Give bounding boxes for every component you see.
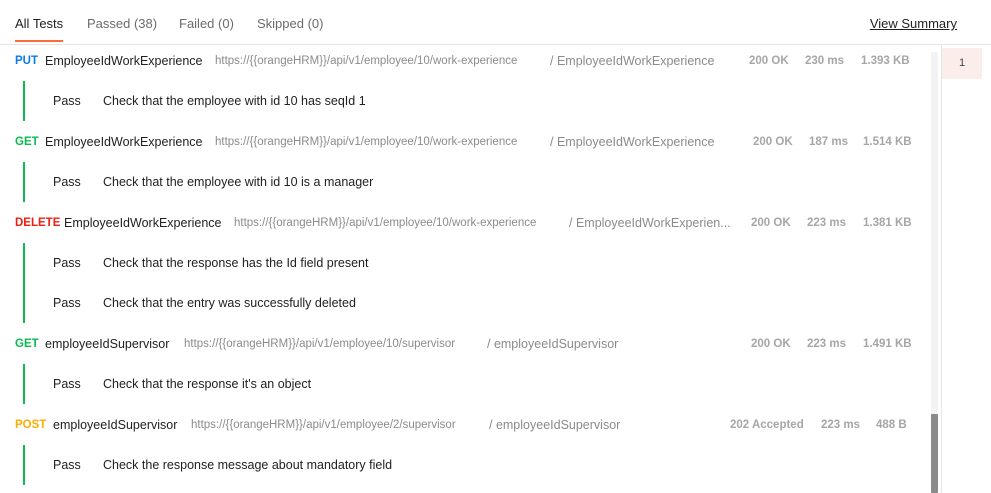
response-size: 488 B: [876, 419, 907, 431]
request-method: GET: [15, 136, 39, 148]
request-method: POST: [15, 419, 47, 431]
request-row[interactable]: POST employeeIdSupervisor https://{{oran…: [0, 412, 930, 438]
test-name: Check that the response it's an object: [103, 377, 312, 391]
response-status: 200 OK: [751, 338, 791, 350]
request-method: GET: [15, 338, 39, 350]
test-results-list: PUT EmployeeIdWorkExperience https://{{o…: [0, 45, 930, 493]
test-status: Pass: [53, 175, 81, 189]
request-name: employeeIdSupervisor: [53, 418, 178, 432]
request-url: https://{{orangeHRM}}/api/v1/employee/2/…: [191, 419, 456, 431]
tab-passed[interactable]: Passed (38): [87, 16, 157, 32]
request-name: EmployeeIdWorkExperience: [45, 54, 203, 68]
test-status: Pass: [53, 94, 81, 108]
pass-indicator-bar: [23, 243, 25, 323]
iterations-panel: 1: [941, 45, 991, 493]
response-size: 1.393 KB: [861, 55, 910, 67]
response-size: 1.514 KB: [863, 136, 912, 148]
results-scrollbar[interactable]: [931, 52, 938, 493]
test-name: Check the response message about mandato…: [103, 458, 393, 472]
pass-indicator-bar: [23, 81, 25, 121]
iteration-item[interactable]: 1: [942, 48, 982, 79]
tab-skipped[interactable]: Skipped (0): [257, 16, 323, 32]
test-status: Pass: [53, 458, 81, 472]
request-row[interactable]: GET EmployeeIdWorkExperience https://{{o…: [0, 129, 930, 155]
results-tab-bar: All Tests Passed (38) Failed (0) Skipped…: [0, 0, 991, 45]
view-summary-link[interactable]: View Summary: [870, 16, 957, 32]
request-path: / EmployeeIdWorkExperience: [550, 135, 715, 149]
test-name: Check that the entry was successfully de…: [103, 296, 356, 310]
test-result-group: Pass Check that the response has the Id …: [0, 243, 930, 323]
test-result-row: Pass Check the response message about ma…: [0, 445, 930, 485]
test-status: Pass: [53, 296, 81, 310]
response-status: 200 OK: [749, 55, 789, 67]
request-row[interactable]: DELETE EmployeeIdWorkExperience https://…: [0, 210, 930, 236]
response-time: 230 ms: [805, 55, 845, 67]
response-status: 200 OK: [751, 217, 791, 229]
test-result-row: Pass Check that the employee with id 10 …: [0, 162, 930, 202]
response-time: 223 ms: [821, 419, 861, 431]
tab-all-tests[interactable]: All Tests: [15, 16, 64, 42]
response-status: 200 OK: [753, 136, 793, 148]
request-path: / EmployeeIdWorkExperien...: [569, 216, 731, 230]
request-method: PUT: [15, 55, 38, 67]
response-size: 1.381 KB: [863, 217, 912, 229]
test-name: Check that the employee with id 10 is a …: [103, 175, 374, 189]
response-size: 1.491 KB: [863, 338, 912, 350]
response-time: 223 ms: [807, 338, 847, 350]
test-status: Pass: [53, 377, 81, 391]
test-result-row: Pass Check that the response it's an obj…: [0, 364, 930, 404]
response-time: 223 ms: [807, 217, 847, 229]
request-path: / employeeIdSupervisor: [487, 337, 619, 351]
test-name: Check that the response has the Id field…: [103, 256, 369, 270]
request-row[interactable]: GET employeeIdSupervisor https://{{orang…: [0, 331, 930, 357]
request-url: https://{{orangeHRM}}/api/v1/employee/10…: [215, 136, 518, 148]
request-path: / employeeIdSupervisor: [489, 418, 621, 432]
pass-indicator-bar: [23, 162, 25, 202]
scrollbar-thumb[interactable]: [931, 414, 938, 493]
test-results-panel: All Tests Passed (38) Failed (0) Skipped…: [0, 0, 991, 493]
request-method: DELETE: [15, 217, 61, 229]
response-status: 202 Accepted: [730, 419, 804, 431]
test-name: Check that the employee with id 10 has s…: [103, 94, 366, 108]
request-name: EmployeeIdWorkExperience: [64, 216, 222, 230]
tab-failed[interactable]: Failed (0): [179, 16, 234, 32]
request-url: https://{{orangeHRM}}/api/v1/employee/10…: [215, 55, 518, 67]
request-name: EmployeeIdWorkExperience: [45, 135, 203, 149]
request-path: / EmployeeIdWorkExperience: [550, 54, 715, 68]
test-result-row: Pass Check that the employee with id 10 …: [0, 81, 930, 121]
request-url: https://{{orangeHRM}}/api/v1/employee/10…: [184, 338, 456, 350]
pass-indicator-bar: [23, 445, 25, 485]
response-time: 187 ms: [809, 136, 849, 148]
request-row[interactable]: PUT EmployeeIdWorkExperience https://{{o…: [0, 48, 930, 74]
request-url: https://{{orangeHRM}}/api/v1/employee/10…: [234, 217, 537, 229]
pass-indicator-bar: [23, 364, 25, 404]
test-status: Pass: [53, 256, 81, 270]
request-name: employeeIdSupervisor: [45, 337, 170, 351]
